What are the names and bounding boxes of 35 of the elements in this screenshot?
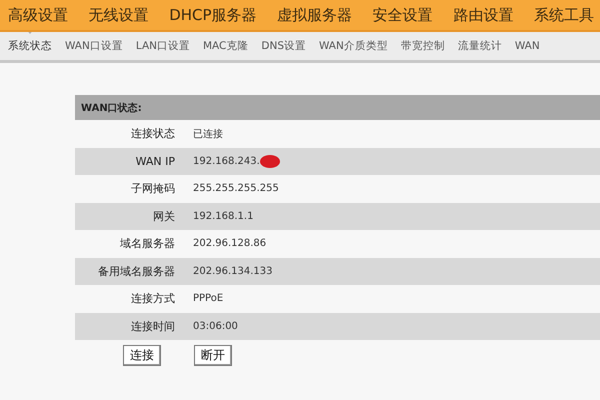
field-label: 连接状态 — [130, 126, 175, 142]
tab[interactable]: MAC克隆 — [203, 37, 248, 55]
field-label: 网关 — [152, 208, 175, 224]
tab[interactable]: 流量统计 — [458, 37, 502, 55]
menu-item[interactable]: 安全设置 — [372, 6, 433, 24]
field-label: 连接方式 — [130, 291, 175, 306]
menu-item[interactable]: 无线设置 — [88, 6, 149, 24]
field-label: WAN IP — [134, 154, 175, 168]
field-value: 255.255.255.255 — [193, 183, 279, 194]
tab[interactable]: LAN口设置 — [136, 37, 190, 55]
field-label: 域名服务器 — [119, 236, 175, 252]
field-value: 192.168.1.1 — [193, 210, 254, 222]
tab[interactable]: WAN介质类型 — [319, 37, 388, 55]
field-label: 备用域名服务器 — [97, 264, 175, 279]
action-button[interactable]: 连接 — [123, 345, 161, 366]
menu-item[interactable]: 高级设置 — [8, 6, 68, 24]
field-value: 202.96.128.86 — [193, 238, 266, 250]
tab[interactable]: WAN口设置 — [65, 37, 123, 55]
menu-item[interactable]: 路由设置 — [453, 6, 514, 24]
field-value: 202.96.134.133 — [193, 266, 273, 277]
tab[interactable]: WAN — [514, 38, 540, 54]
tab[interactable]: DNS设置 — [261, 37, 306, 55]
field-label: 连接时间 — [130, 318, 175, 334]
menu-item[interactable]: 系统工具 — [534, 6, 594, 24]
field-value: 已连接 — [193, 128, 223, 141]
panel-title: WAN口状态: — [81, 102, 142, 114]
field-value: PPPoE — [193, 293, 224, 304]
field-value: 192.168.243. — [193, 156, 260, 167]
menu-item[interactable]: 虚拟服务器 — [277, 6, 352, 24]
action-button[interactable]: 断开 — [194, 345, 232, 366]
field-value: 03:06:00 — [193, 320, 238, 332]
field-label: 子网掩码 — [130, 181, 175, 196]
menu-item[interactable]: DHCP服务器 — [169, 6, 257, 24]
tab[interactable]: 系统状态 — [8, 37, 52, 55]
tab[interactable]: 带宽控制 — [400, 37, 445, 55]
